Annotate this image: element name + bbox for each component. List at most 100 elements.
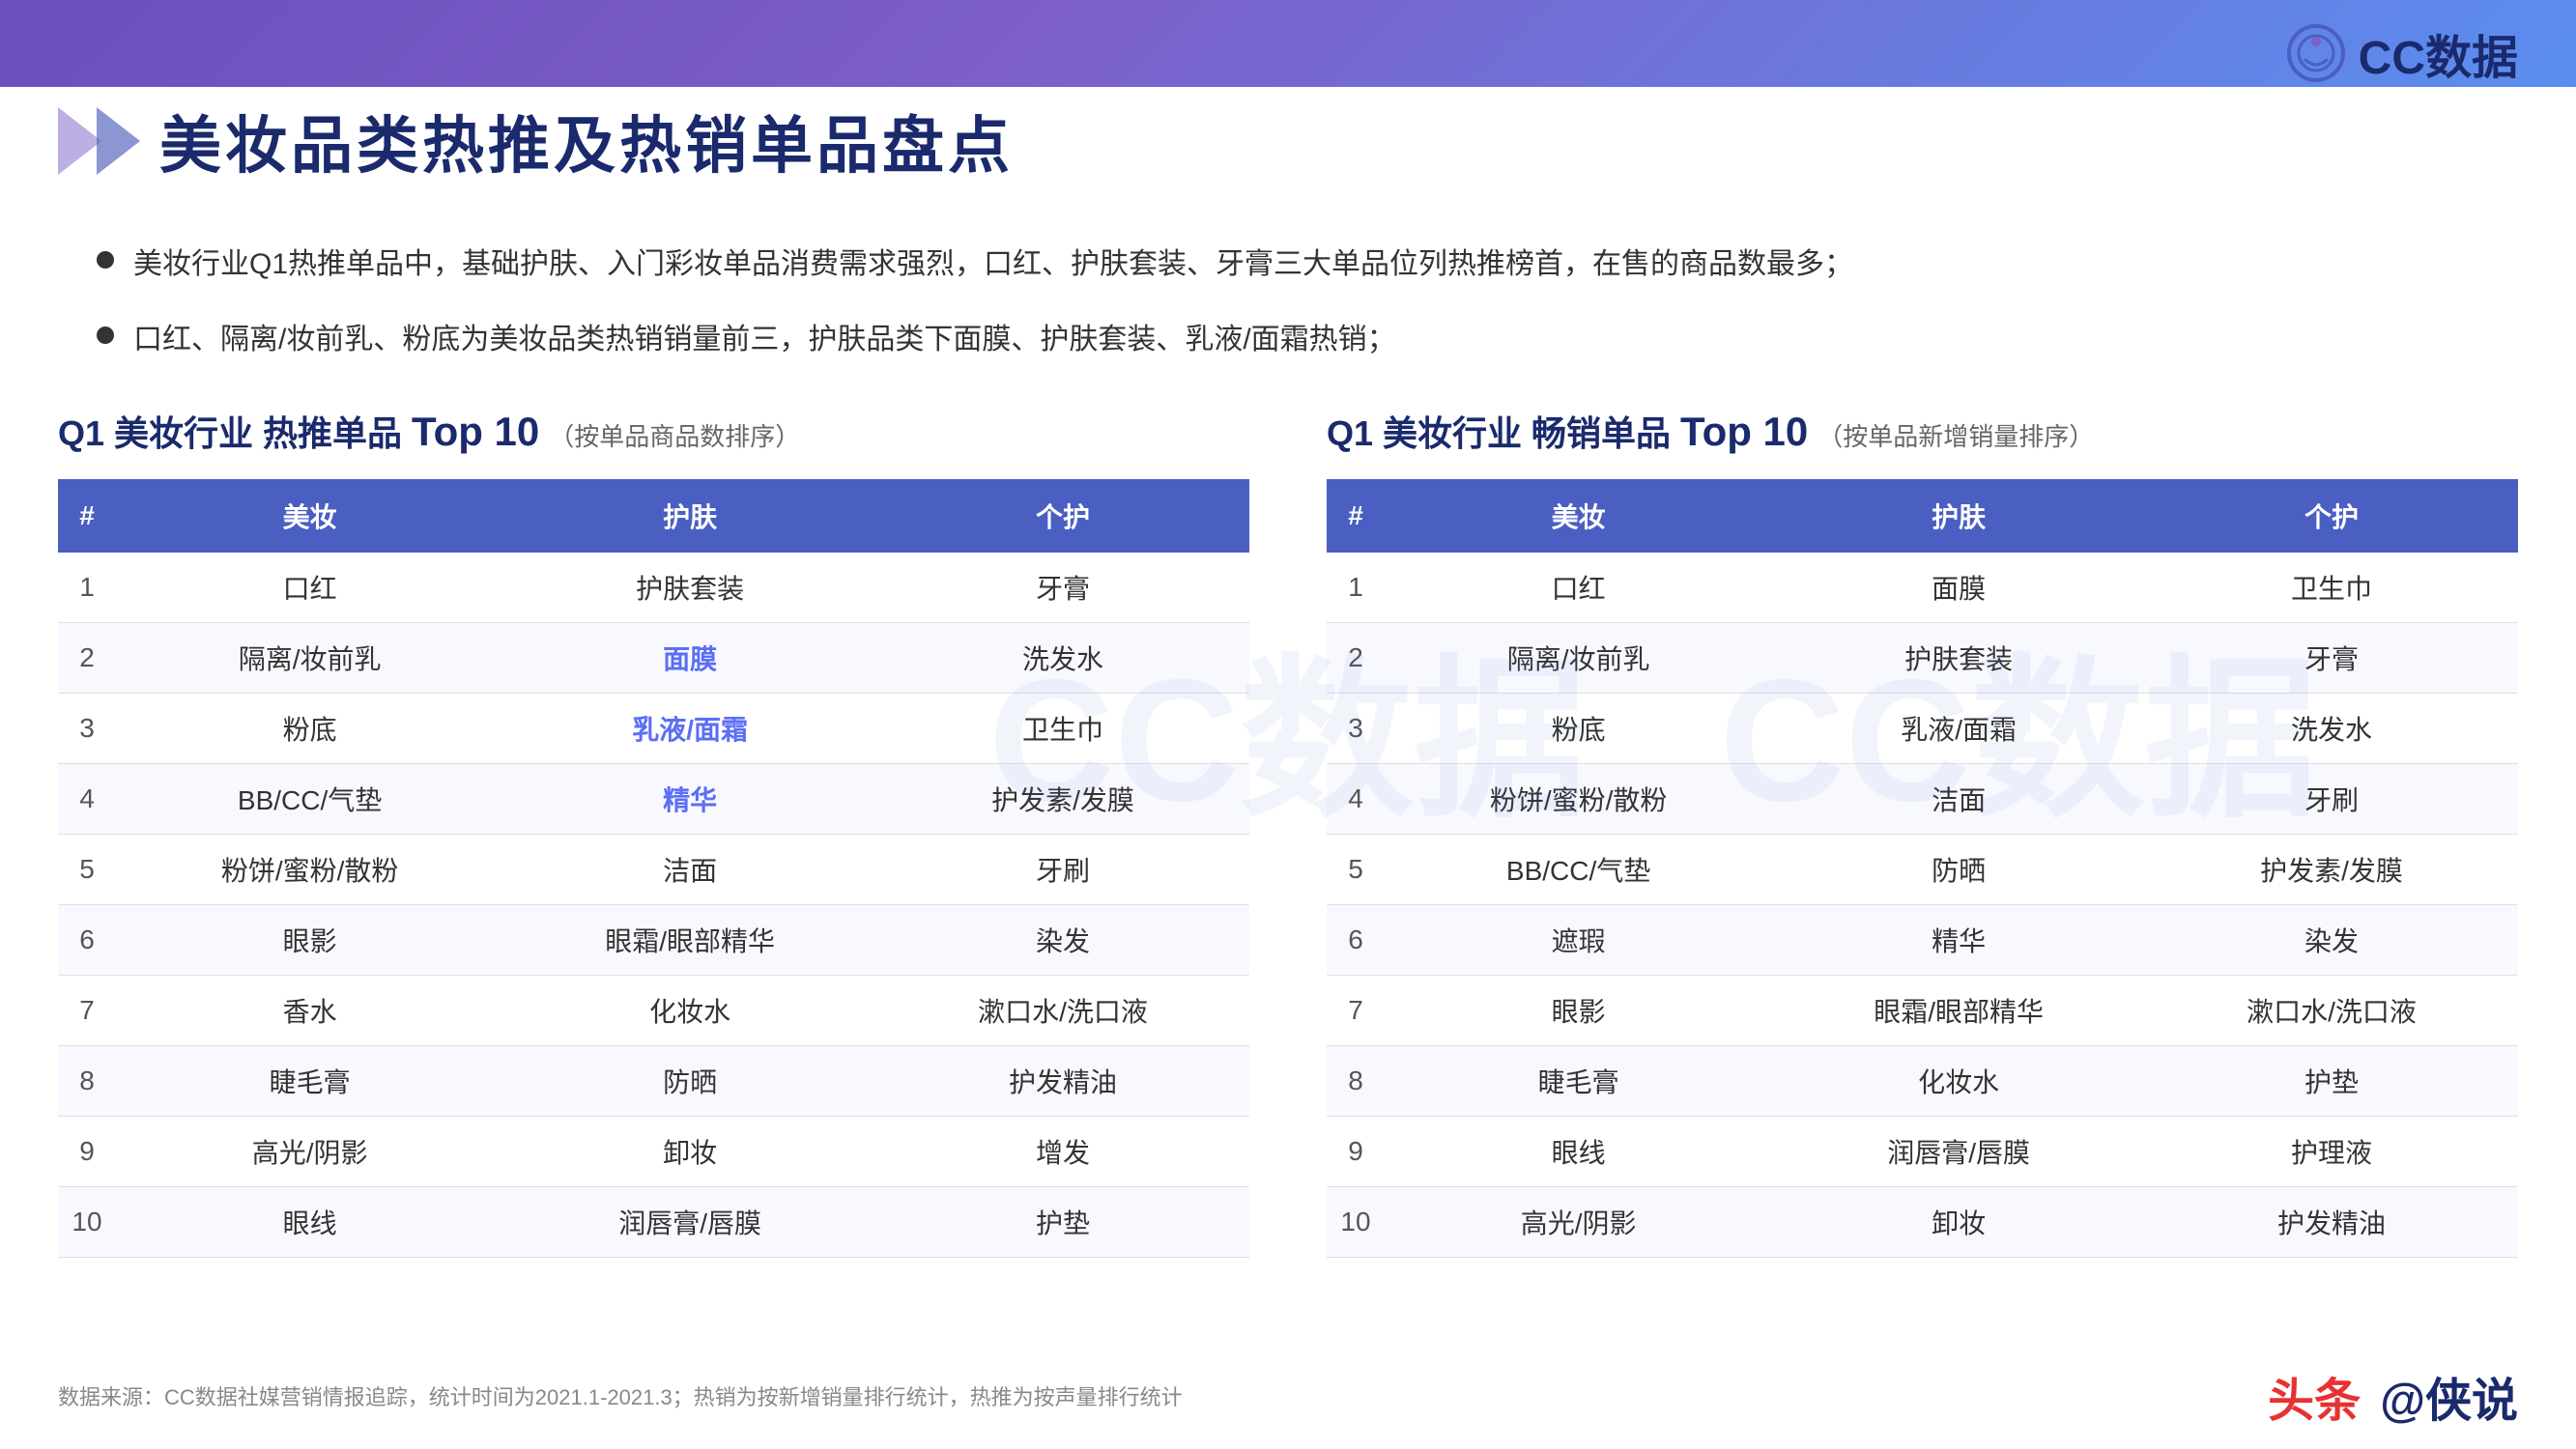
table1-makeup-2: 隔离/妆前乳 [116,623,503,694]
title-arrow-1 [58,107,101,175]
table2-skincare-4: 洁面 [1772,764,2145,835]
footer-source: 数据来源：CC数据社媒营销情报追踪，统计时间为2021.1-2021.3；热销为… [58,1380,1183,1411]
table2-makeup-10: 高光/阴影 [1385,1187,1772,1258]
table2-row: 3 粉底 乳液/面霜 洗发水 [1327,694,2518,764]
bullet-dot-2 [97,327,114,344]
table2-rank-10: 10 [1327,1187,1385,1258]
table1-skincare-10: 润唇膏/唇膜 [503,1187,876,1258]
table1: # 美妆 护肤 个护 1 口红 护肤套装 牙膏 2 隔离/妆前乳 面膜 洗发水 … [58,479,1249,1258]
table2-personal-7: 漱口水/洗口液 [2145,976,2518,1046]
table1-makeup-10: 眼线 [116,1187,503,1258]
table2-makeup-2: 隔离/妆前乳 [1385,623,1772,694]
table2-row: 2 隔离/妆前乳 护肤套装 牙膏 [1327,623,2518,694]
table1-row: 5 粉饼/蜜粉/散粉 洁面 牙刷 [58,835,1249,905]
table2-makeup-7: 眼影 [1385,976,1772,1046]
table2-title-prefix: Q1 美妆行业 畅销单品 [1327,406,1671,456]
title-section: 美妆品类热推及热销单品盘点 [58,97,1014,185]
page-title: 美妆品类热推及热销单品盘点 [159,97,1014,185]
table2-col-makeup: 美妆 [1385,479,1772,553]
bullet-2: 口红、隔离/妆前乳、粉底为美妆品类热销销量前三，护肤品类下面膜、护肤套装、乳液/… [97,317,2479,363]
table1-personal-2: 洗发水 [876,623,1249,694]
table2-makeup-4: 粉饼/蜜粉/散粉 [1385,764,1772,835]
table2-row: 9 眼线 润唇膏/唇膜 护理液 [1327,1117,2518,1187]
table2-section: Q1 美妆行业 畅销单品 Top 10 （按单品新增销量排序） # 美妆 护肤 … [1327,406,2518,1258]
footer-brand-toutiao: 头条 [2268,1362,2361,1430]
table2-skincare-7: 眼霜/眼部精华 [1772,976,2145,1046]
table2-row: 8 睫毛膏 化妆水 护垫 [1327,1046,2518,1117]
title-arrow-2 [97,107,140,175]
table1-skincare-4: 精华 [503,764,876,835]
table1-rank-7: 7 [58,976,116,1046]
table2-makeup-3: 粉底 [1385,694,1772,764]
table2: # 美妆 护肤 个护 1 口红 面膜 卫生巾 2 隔离/妆前乳 护肤套装 牙膏 … [1327,479,2518,1258]
table1-personal-1: 牙膏 [876,553,1249,623]
table1-top-label: Top 10 [412,409,539,455]
table1-rank-5: 5 [58,835,116,905]
table2-personal-4: 牙刷 [2145,764,2518,835]
table2-rank-5: 5 [1327,835,1385,905]
table2-makeup-1: 口红 [1385,553,1772,623]
logo: CC数据 [2285,19,2518,87]
table1-skincare-8: 防晒 [503,1046,876,1117]
table1-personal-6: 染发 [876,905,1249,976]
table1-skincare-3: 乳液/面霜 [503,694,876,764]
table1-makeup-1: 口红 [116,553,503,623]
table1-makeup-7: 香水 [116,976,503,1046]
table1-row: 6 眼影 眼霜/眼部精华 染发 [58,905,1249,976]
table1-makeup-5: 粉饼/蜜粉/散粉 [116,835,503,905]
table2-rank-6: 6 [1327,905,1385,976]
table2-rank-4: 4 [1327,764,1385,835]
table2-subtitle: （按单品新增销量排序） [1818,417,2094,453]
table2-personal-3: 洗发水 [2145,694,2518,764]
table1-title-prefix: Q1 美妆行业 热推单品 [58,406,402,456]
table2-personal-5: 护发素/发膜 [2145,835,2518,905]
logo-text: CC数据 [2359,19,2518,87]
bullet-text-1: 美妆行业Q1热推单品中，基础护肤、入门彩妆单品消费需求强烈，口红、护肤套装、牙膏… [133,242,1853,288]
table1-rank-1: 1 [58,553,116,623]
table1-rank-8: 8 [58,1046,116,1117]
table2-personal-8: 护垫 [2145,1046,2518,1117]
table1-row: 4 BB/CC/气垫 精华 护发素/发膜 [58,764,1249,835]
table1-col-makeup: 美妆 [116,479,503,553]
table1-rank-10: 10 [58,1187,116,1258]
table2-skincare-5: 防晒 [1772,835,2145,905]
table2-row: 10 高光/阴影 卸妆 护发精油 [1327,1187,2518,1258]
table2-row: 7 眼影 眼霜/眼部精华 漱口水/洗口液 [1327,976,2518,1046]
table1-personal-10: 护垫 [876,1187,1249,1258]
table1-header-row: # 美妆 护肤 个护 [58,479,1249,553]
table2-col-rank: # [1327,479,1385,553]
table1-rank-4: 4 [58,764,116,835]
table2-row: 4 粉饼/蜜粉/散粉 洁面 牙刷 [1327,764,2518,835]
table2-rank-2: 2 [1327,623,1385,694]
table2-makeup-8: 睫毛膏 [1385,1046,1772,1117]
table2-personal-9: 护理液 [2145,1117,2518,1187]
table1-subtitle: （按单品商品数排序） [549,417,800,453]
table1-personal-9: 增发 [876,1117,1249,1187]
footer: 数据来源：CC数据社媒营销情报追踪，统计时间为2021.1-2021.3；热销为… [58,1362,2518,1430]
table1-personal-8: 护发精油 [876,1046,1249,1117]
table2-top-label: Top 10 [1680,409,1808,455]
table2-col-personal: 个护 [2145,479,2518,553]
table2-title: Q1 美妆行业 畅销单品 Top 10 （按单品新增销量排序） [1327,406,2518,456]
table1-col-personal: 个护 [876,479,1249,553]
table1-skincare-5: 洁面 [503,835,876,905]
table2-rank-3: 3 [1327,694,1385,764]
cc-logo-icon [2285,22,2347,84]
tables-container: Q1 美妆行业 热推单品 Top 10 （按单品商品数排序） # 美妆 护肤 个… [58,406,2518,1258]
table2-row: 6 遮瑕 精华 染发 [1327,905,2518,976]
table1-row: 7 香水 化妆水 漱口水/洗口液 [58,976,1249,1046]
table2-makeup-6: 遮瑕 [1385,905,1772,976]
table2-skincare-9: 润唇膏/唇膜 [1772,1117,2145,1187]
table2-skincare-1: 面膜 [1772,553,2145,623]
table1-rank-3: 3 [58,694,116,764]
table1-row: 3 粉底 乳液/面霜 卫生巾 [58,694,1249,764]
table2-skincare-8: 化妆水 [1772,1046,2145,1117]
table2-skincare-10: 卸妆 [1772,1187,2145,1258]
table1-personal-5: 牙刷 [876,835,1249,905]
table1-row: 10 眼线 润唇膏/唇膜 护垫 [58,1187,1249,1258]
table1-makeup-3: 粉底 [116,694,503,764]
bullet-text-2: 口红、隔离/妆前乳、粉底为美妆品类热销销量前三，护肤品类下面膜、护肤套装、乳液/… [133,317,1396,363]
table2-rank-1: 1 [1327,553,1385,623]
table2-personal-10: 护发精油 [2145,1187,2518,1258]
header-bar [0,0,2576,87]
